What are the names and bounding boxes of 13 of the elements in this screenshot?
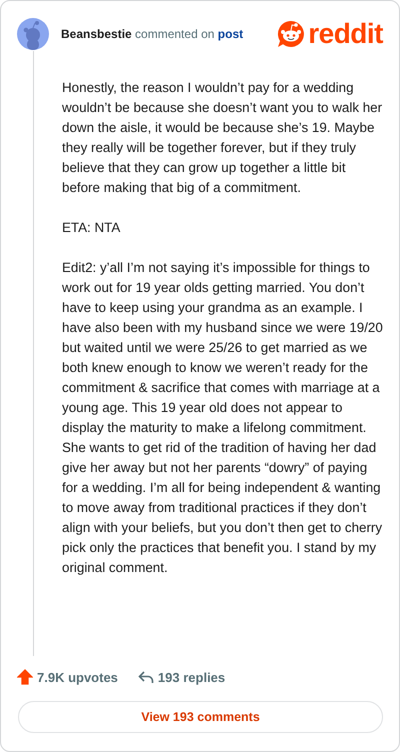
snoo-logo-icon <box>276 19 306 49</box>
post-link[interactable]: post <box>218 27 244 41</box>
view-comments-button[interactable]: View 193 comments <box>18 701 383 733</box>
comment-paragraph: ETA: NTA <box>62 219 122 237</box>
upvote-count: 7.9K upvotes <box>37 670 118 684</box>
reply-count: 193 replies <box>158 670 226 684</box>
avatar-icon <box>17 18 49 50</box>
upvote-arrow-icon[interactable] <box>17 669 33 685</box>
comment-paragraph: Honestly, the reason I wouldn’t pay for a wedding wouldn’t be because she doesn’t want you to walk her down the aisle, it would be because she’s 19. Maybe they really will be together forever, but if they truly believe that they can grow up together a little bit before making that big of a commitment. <box>62 79 384 197</box>
reply-arrow-icon[interactable] <box>138 670 154 684</box>
brand-wordmark: reddit <box>308 20 383 48</box>
comment-paragraph: Edit2: y’all I’m not saying it’s impossible for things to work out for 19 year olds getting married. You don’t have to keep using your grandma as an example. I have also been with my husband since we were 19/20 but waited until we were 25/26 to get married as we both knew enough to know we weren’t ready for the commitment & sacrifice that comes with marriage at a young age. This 19 year old does not appear to display the maturity to make a lifelong commitment. She wants to get rid of the tradition of having her dad give her away but not her parents “dowry” of paying for a wedding. I’m all for being independent & wanting to move away from traditional practices if they don’t align with your beliefs, but you don’t then get to cherry pick only the practices that benefit you. I stand by my original comment. <box>62 259 384 577</box>
comment-byline: Beansbestie commented on post <box>61 27 244 41</box>
